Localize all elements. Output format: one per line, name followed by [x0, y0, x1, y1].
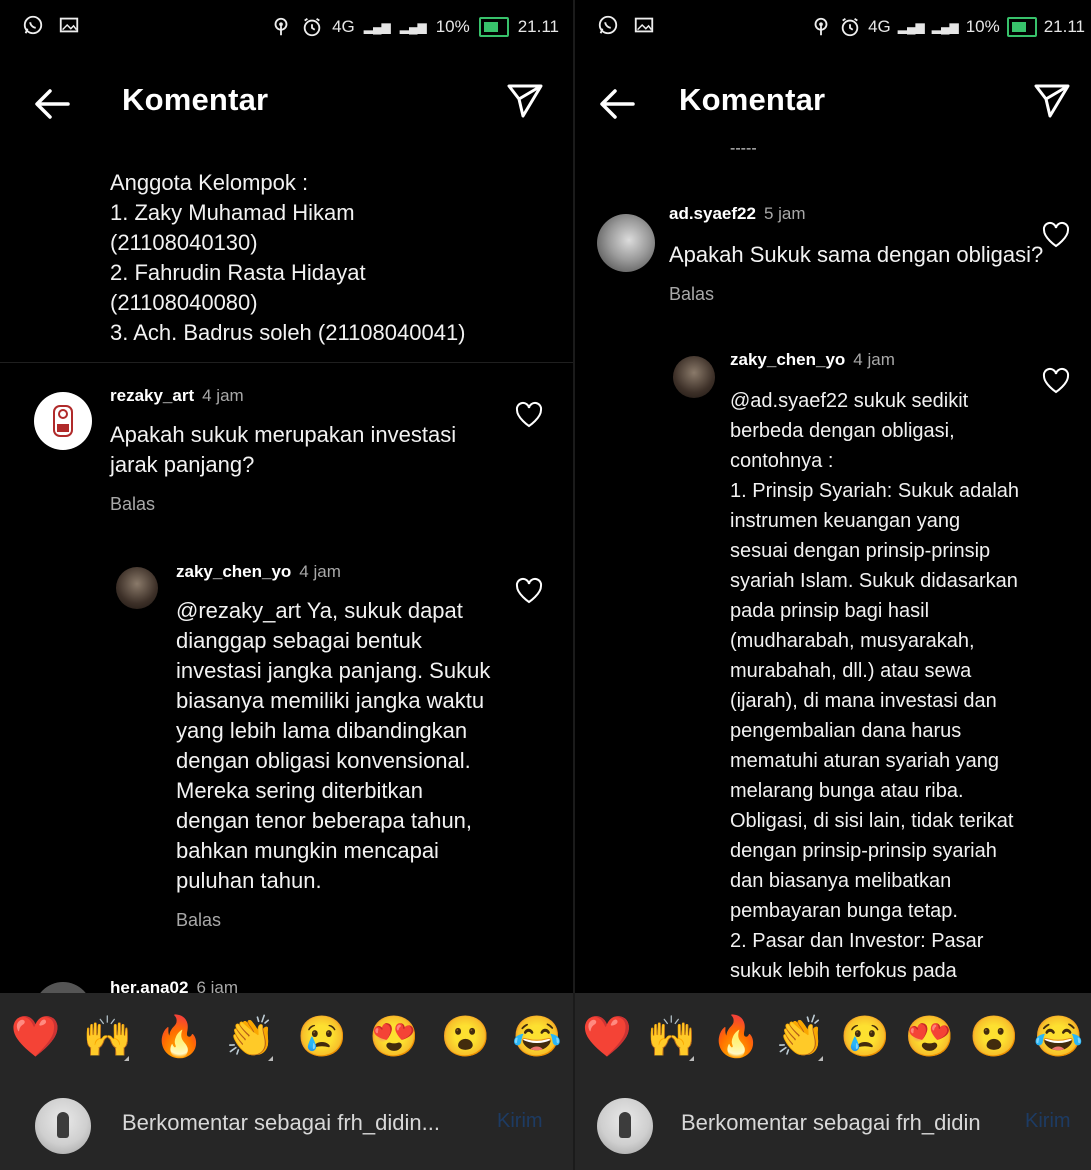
send-button[interactable]: Kirim [1025, 1110, 1071, 1133]
direct-send-icon[interactable] [1030, 78, 1074, 122]
username[interactable]: zaky_chen_yo [176, 562, 291, 581]
reply-text: @ad.syaef22 sukuk sedikit berbeda dengan… [730, 390, 1020, 982]
username[interactable]: zaky_chen_yo [730, 350, 845, 369]
reaction-bar: ❤️ 🙌 🔥 👏 😢 😍 😮 😂 [0, 993, 573, 1078]
avatar[interactable] [673, 356, 715, 398]
comment-input[interactable] [120, 1104, 464, 1142]
hotspot-icon [814, 17, 828, 36]
battery-percent: 10% [435, 17, 470, 36]
timestamp: 4 jam [299, 562, 341, 581]
signal-icon-2: ▂▄▆ [399, 20, 427, 34]
signal-icon: ▂▄▆ [897, 20, 925, 34]
skin-tone-indicator-icon [124, 1056, 130, 1061]
heart-emoji[interactable]: ❤️ [8, 1015, 64, 1059]
avatar [597, 1098, 653, 1154]
avatar[interactable] [34, 392, 92, 450]
alarm-icon [303, 17, 321, 37]
whatsapp-icon [23, 15, 43, 35]
heart-eyes-face-emoji[interactable]: 😍 [366, 1015, 422, 1059]
fire-emoji[interactable]: 🔥 [708, 1015, 764, 1059]
heart-emoji[interactable]: ❤️ [579, 1015, 635, 1059]
signal-icon: ▂▄▆ [363, 20, 391, 34]
clapping-hands-emoji[interactable]: 👏 [223, 1015, 279, 1061]
fire-emoji[interactable]: 🔥 [151, 1015, 207, 1059]
page-title: Komentar [679, 82, 826, 117]
comment-text: Apakah sukuk merupakan investasi jarak p… [110, 422, 457, 477]
reply-header: zaky_chen_yo 4 jam [176, 562, 341, 582]
left-screen: 4G ▂▄▆ ▂▄▆ 10% 21.11 Komentar Anggota Ke… [0, 0, 573, 1170]
status-bar: 4G ▂▄▆ ▂▄▆ 10% 21.11 [575, 0, 1091, 55]
raising-hands-emoji[interactable]: 🙌 [79, 1015, 135, 1061]
header: Komentar [575, 60, 1091, 144]
reply-button[interactable]: Balas [176, 910, 221, 931]
status-bar: 4G ▂▄▆ ▂▄▆ 10% 21.11 [0, 0, 573, 55]
timestamp: 4 jam [853, 350, 895, 369]
alarm-icon [841, 17, 859, 37]
crying-face-emoji[interactable]: 😢 [294, 1015, 350, 1059]
direct-send-icon[interactable] [503, 78, 547, 122]
gallery-icon [634, 17, 654, 33]
reply-button[interactable]: Balas [669, 284, 714, 305]
whatsapp-icon [598, 15, 618, 35]
reply-text: @rezaky_art Ya, sukuk dapat dianggap seb… [176, 598, 491, 893]
divider [0, 362, 573, 363]
reply-header: zaky_chen_yo 4 jam [730, 350, 895, 370]
avatar[interactable] [116, 567, 158, 609]
hotspot-icon [274, 17, 288, 36]
username[interactable]: rezaky_art [110, 386, 194, 405]
caption-fragment: ----- [730, 140, 757, 157]
reaction-bar: ❤️ 🙌 🔥 👏 😢 😍 😮 😂 [575, 993, 1091, 1078]
comment-input[interactable] [679, 1104, 983, 1142]
surprised-face-emoji[interactable]: 😮 [438, 1015, 494, 1059]
skin-tone-indicator-icon [688, 1056, 694, 1061]
laughing-face-emoji[interactable]: 😂 [509, 1015, 565, 1059]
heart-icon[interactable] [1041, 220, 1071, 250]
comment-compose: Kirim [0, 1078, 573, 1170]
page-title: Komentar [122, 82, 269, 117]
heart-icon[interactable] [514, 400, 544, 430]
network-label: 4G [868, 17, 891, 36]
reaction-list: ❤️ 🙌 🔥 👏 😢 😍 😮 😂 [575, 1015, 1091, 1061]
crying-face-emoji[interactable]: 😢 [837, 1015, 893, 1059]
battery-percent: 10% [965, 17, 1000, 36]
clapping-hands-emoji[interactable]: 👏 [773, 1015, 829, 1061]
heart-eyes-face-emoji[interactable]: 😍 [902, 1015, 958, 1059]
comment-text: Apakah Sukuk sama dengan obligasi? [669, 242, 1044, 267]
battery-icon [1006, 17, 1037, 37]
post-caption: Anggota Kelompok : 1. Zaky Muhamad Hikam… [110, 170, 466, 345]
raising-hands-emoji[interactable]: 🙌 [644, 1015, 700, 1061]
clock: 21.11 [517, 17, 559, 36]
laughing-face-emoji[interactable]: 😂 [1031, 1015, 1087, 1059]
skin-tone-indicator-icon [817, 1056, 823, 1061]
header: Komentar [0, 60, 573, 144]
brand-logo-icon [53, 405, 73, 437]
skin-tone-indicator-icon [267, 1056, 273, 1061]
avatar[interactable] [597, 214, 655, 272]
timestamp: 5 jam [763, 204, 806, 223]
timestamp: 4 jam [202, 386, 244, 405]
battery-icon [478, 17, 509, 37]
username[interactable]: ad.syaef22 [669, 204, 756, 223]
back-arrow-icon[interactable] [30, 82, 74, 126]
back-arrow-icon[interactable] [595, 82, 639, 126]
heart-icon[interactable] [514, 576, 544, 606]
avatar [35, 1098, 91, 1154]
send-button[interactable]: Kirim [497, 1110, 543, 1133]
signal-icon-2: ▂▄▆ [931, 20, 959, 34]
network-label: 4G [332, 17, 355, 36]
comment-header: ad.syaef22 5 jam [669, 204, 806, 224]
right-screen: 4G ▂▄▆ ▂▄▆ 10% 21.11 Komentar ----- ad.s… [575, 0, 1091, 1170]
reaction-list: ❤️ 🙌 🔥 👏 😢 😍 😮 😂 [0, 1015, 573, 1061]
comment-compose: Kirim [575, 1078, 1091, 1170]
heart-icon[interactable] [1041, 366, 1071, 396]
comment-header: rezaky_art 4 jam [110, 386, 244, 406]
surprised-face-emoji[interactable]: 😮 [966, 1015, 1022, 1059]
gallery-icon [59, 17, 79, 33]
reply-button[interactable]: Balas [110, 494, 155, 515]
clock: 21.11 [1043, 17, 1085, 36]
